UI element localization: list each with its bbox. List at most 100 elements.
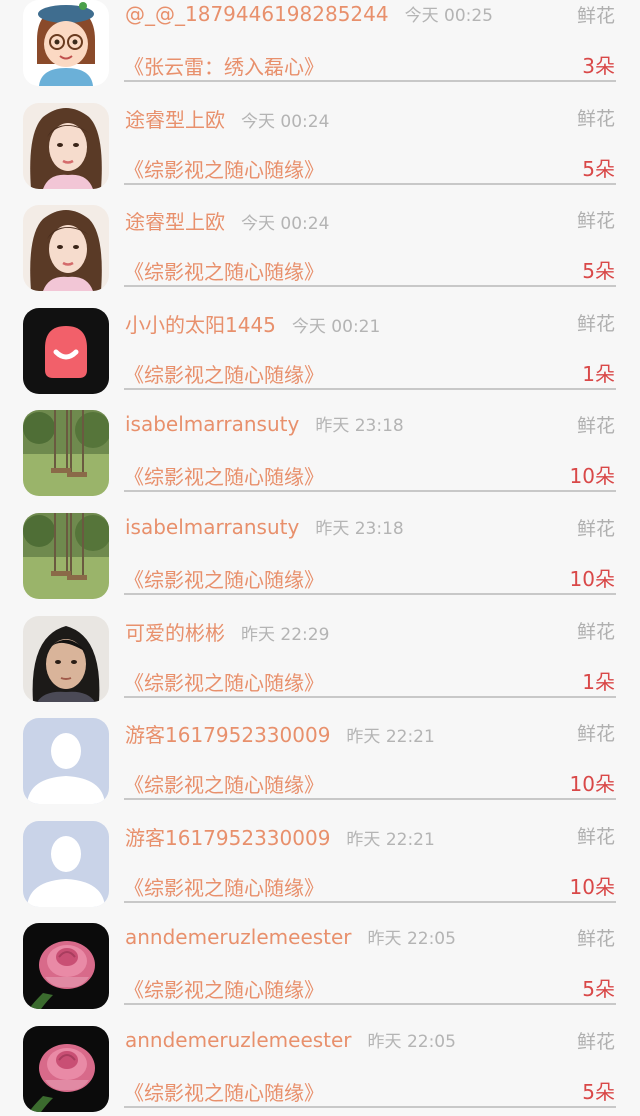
- username[interactable]: anndemeruzlemeester: [125, 925, 352, 949]
- username[interactable]: 途睿型上欧: [125, 210, 225, 234]
- divider: [124, 182, 616, 185]
- username[interactable]: isabelmarransuty: [125, 515, 299, 539]
- divider: [124, 1105, 616, 1108]
- swing-photo-avatar[interactable]: [23, 410, 109, 497]
- gift-type: 鲜花: [576, 107, 615, 130]
- username-line: anndemeruzlemeester 昨天 22:05: [125, 924, 456, 949]
- timestamp: 昨天 22:29: [241, 624, 330, 645]
- gift-type: 鲜花: [576, 620, 615, 643]
- gift-count: 1朵: [582, 669, 615, 694]
- app-logo-avatar[interactable]: [23, 307, 109, 394]
- gift-type: 鲜花: [576, 5, 615, 27]
- username-line: 游客1617952330009 昨天 22:21: [125, 719, 435, 748]
- book-title-link[interactable]: 《综影视之随心随缘》: [124, 769, 324, 798]
- divider: [124, 285, 616, 288]
- woman-photo-avatar[interactable]: [23, 205, 109, 292]
- gift-record-item[interactable]: 途睿型上欧 今天 00:24 鲜花 《综影视之随心随缘》 5朵: [0, 192, 640, 295]
- default-user-avatar[interactable]: [23, 718, 109, 805]
- divider: [124, 80, 616, 82]
- gift-type: 鲜花: [576, 928, 615, 951]
- rose-photo-avatar[interactable]: [23, 923, 109, 1010]
- timestamp: 昨天 22:21: [346, 727, 435, 748]
- book-title-link[interactable]: 《综影视之随心随缘》: [124, 974, 324, 1003]
- swing-photo-avatar[interactable]: [23, 512, 109, 599]
- book-title-link[interactable]: 《综影视之随心随缘》: [124, 359, 324, 388]
- username-line: 可爱的彬彬 昨天 22:29: [125, 617, 329, 646]
- gift-count: 3朵: [582, 54, 615, 78]
- book-title-link[interactable]: 《综影视之随心随缘》: [124, 256, 324, 285]
- timestamp: 昨天 22:05: [367, 1031, 456, 1052]
- gift-count: 10朵: [569, 772, 615, 797]
- username-line: @_@_1879446198285244 今天 00:25: [125, 1, 493, 26]
- username[interactable]: isabelmarransuty: [125, 412, 299, 436]
- gift-type: 鲜花: [576, 517, 615, 540]
- girl-photo-avatar[interactable]: [23, 615, 109, 702]
- username[interactable]: 可爱的彬彬: [125, 621, 225, 645]
- book-title-link[interactable]: 《张云雷：绣入磊心》: [124, 51, 324, 80]
- gift-count: 5朵: [582, 259, 615, 284]
- gift-record-item[interactable]: 途睿型上欧 今天 00:24 鲜花 《综影视之随心随缘》 5朵: [0, 90, 640, 193]
- gift-record-item[interactable]: anndemeruzlemeester 昨天 22:05 鲜花 《综影视之随心随缘…: [0, 1013, 640, 1116]
- woman-photo-avatar[interactable]: [23, 102, 109, 189]
- username-line: 小小的太阳1445 今天 00:21: [125, 309, 380, 338]
- username[interactable]: 游客1617952330009: [125, 826, 330, 850]
- username-line: 途睿型上欧 今天 00:24: [125, 206, 329, 235]
- gift-type: 鲜花: [576, 312, 615, 335]
- book-title-link[interactable]: 《综影视之随心随缘》: [124, 667, 324, 696]
- gift-record-item[interactable]: @_@_1879446198285244 今天 00:25 鲜花 《张云雷：绣入磊…: [0, 0, 640, 90]
- timestamp: 昨天 22:05: [367, 929, 456, 950]
- divider: [124, 695, 616, 698]
- gift-record-list: @_@_1879446198285244 今天 00:25 鲜花 《张云雷：绣入磊…: [0, 0, 640, 1116]
- rose-photo-avatar[interactable]: [23, 1025, 109, 1112]
- divider: [124, 387, 616, 390]
- gift-record-item[interactable]: 小小的太阳1445 今天 00:21 鲜花 《综影视之随心随缘》 1朵: [0, 295, 640, 398]
- gift-type: 鲜花: [576, 415, 615, 438]
- gift-type: 鲜花: [576, 723, 615, 746]
- username-line: 途睿型上欧 今天 00:24: [125, 104, 329, 133]
- username[interactable]: @_@_1879446198285244: [125, 2, 389, 26]
- book-title-link[interactable]: 《综影视之随心随缘》: [124, 461, 324, 490]
- username-line: isabelmarransuty 昨天 23:18: [125, 514, 404, 539]
- divider: [124, 798, 616, 801]
- timestamp: 昨天 22:21: [346, 829, 435, 850]
- username[interactable]: 小小的太阳1445: [125, 313, 276, 337]
- divider: [124, 900, 616, 903]
- timestamp: 今天 00:21: [291, 316, 381, 337]
- timestamp: 昨天 23:18: [315, 518, 404, 539]
- cartoon-girl-avatar[interactable]: [23, 0, 109, 86]
- username[interactable]: 游客1617952330009: [125, 723, 330, 747]
- gift-count: 5朵: [582, 1079, 615, 1104]
- gift-count: 10朵: [569, 566, 615, 591]
- book-title-link[interactable]: 《综影视之随心随缘》: [124, 564, 324, 593]
- username-line: anndemeruzlemeester 昨天 22:05: [125, 1027, 456, 1052]
- book-title-link[interactable]: 《综影视之随心随缘》: [124, 872, 324, 901]
- username[interactable]: anndemeruzlemeester: [125, 1028, 352, 1052]
- username-line: isabelmarransuty 昨天 23:18: [125, 411, 404, 436]
- gift-record-item[interactable]: isabelmarransuty 昨天 23:18 鲜花 《综影视之随心随缘》 1…: [0, 397, 640, 500]
- default-user-avatar[interactable]: [23, 820, 109, 907]
- gift-count: 1朵: [582, 361, 615, 386]
- gift-record-item[interactable]: 游客1617952330009 昨天 22:21 鲜花 《综影视之随心随缘》 10…: [0, 705, 640, 808]
- timestamp: 今天 00:24: [241, 111, 330, 132]
- gift-record-item[interactable]: isabelmarransuty 昨天 23:18 鲜花 《综影视之随心随缘》 1…: [0, 500, 640, 603]
- divider: [124, 490, 616, 493]
- gift-record-item[interactable]: 游客1617952330009 昨天 22:21 鲜花 《综影视之随心随缘》 10…: [0, 808, 640, 911]
- book-title-link[interactable]: 《综影视之随心随缘》: [124, 154, 324, 183]
- gift-type: 鲜花: [576, 210, 615, 233]
- book-title-link[interactable]: 《综影视之随心随缘》: [124, 1077, 324, 1106]
- username-line: 游客1617952330009 昨天 22:21: [125, 822, 435, 851]
- gift-count: 5朵: [582, 156, 615, 181]
- gift-record-item[interactable]: 可爱的彬彬 昨天 22:29 鲜花 《综影视之随心随缘》 1朵: [0, 603, 640, 706]
- divider: [124, 592, 616, 595]
- gift-type: 鲜花: [576, 825, 615, 848]
- gift-type: 鲜花: [576, 1030, 615, 1053]
- timestamp: 今天 00:25: [404, 6, 493, 26]
- gift-count: 10朵: [569, 874, 615, 899]
- gift-count: 10朵: [569, 464, 615, 489]
- username[interactable]: 途睿型上欧: [125, 108, 225, 132]
- timestamp: 今天 00:24: [241, 214, 330, 235]
- timestamp: 昨天 23:18: [315, 416, 404, 437]
- divider: [124, 1003, 616, 1006]
- gift-count: 5朵: [582, 977, 615, 1002]
- gift-record-item[interactable]: anndemeruzlemeester 昨天 22:05 鲜花 《综影视之随心随缘…: [0, 910, 640, 1013]
